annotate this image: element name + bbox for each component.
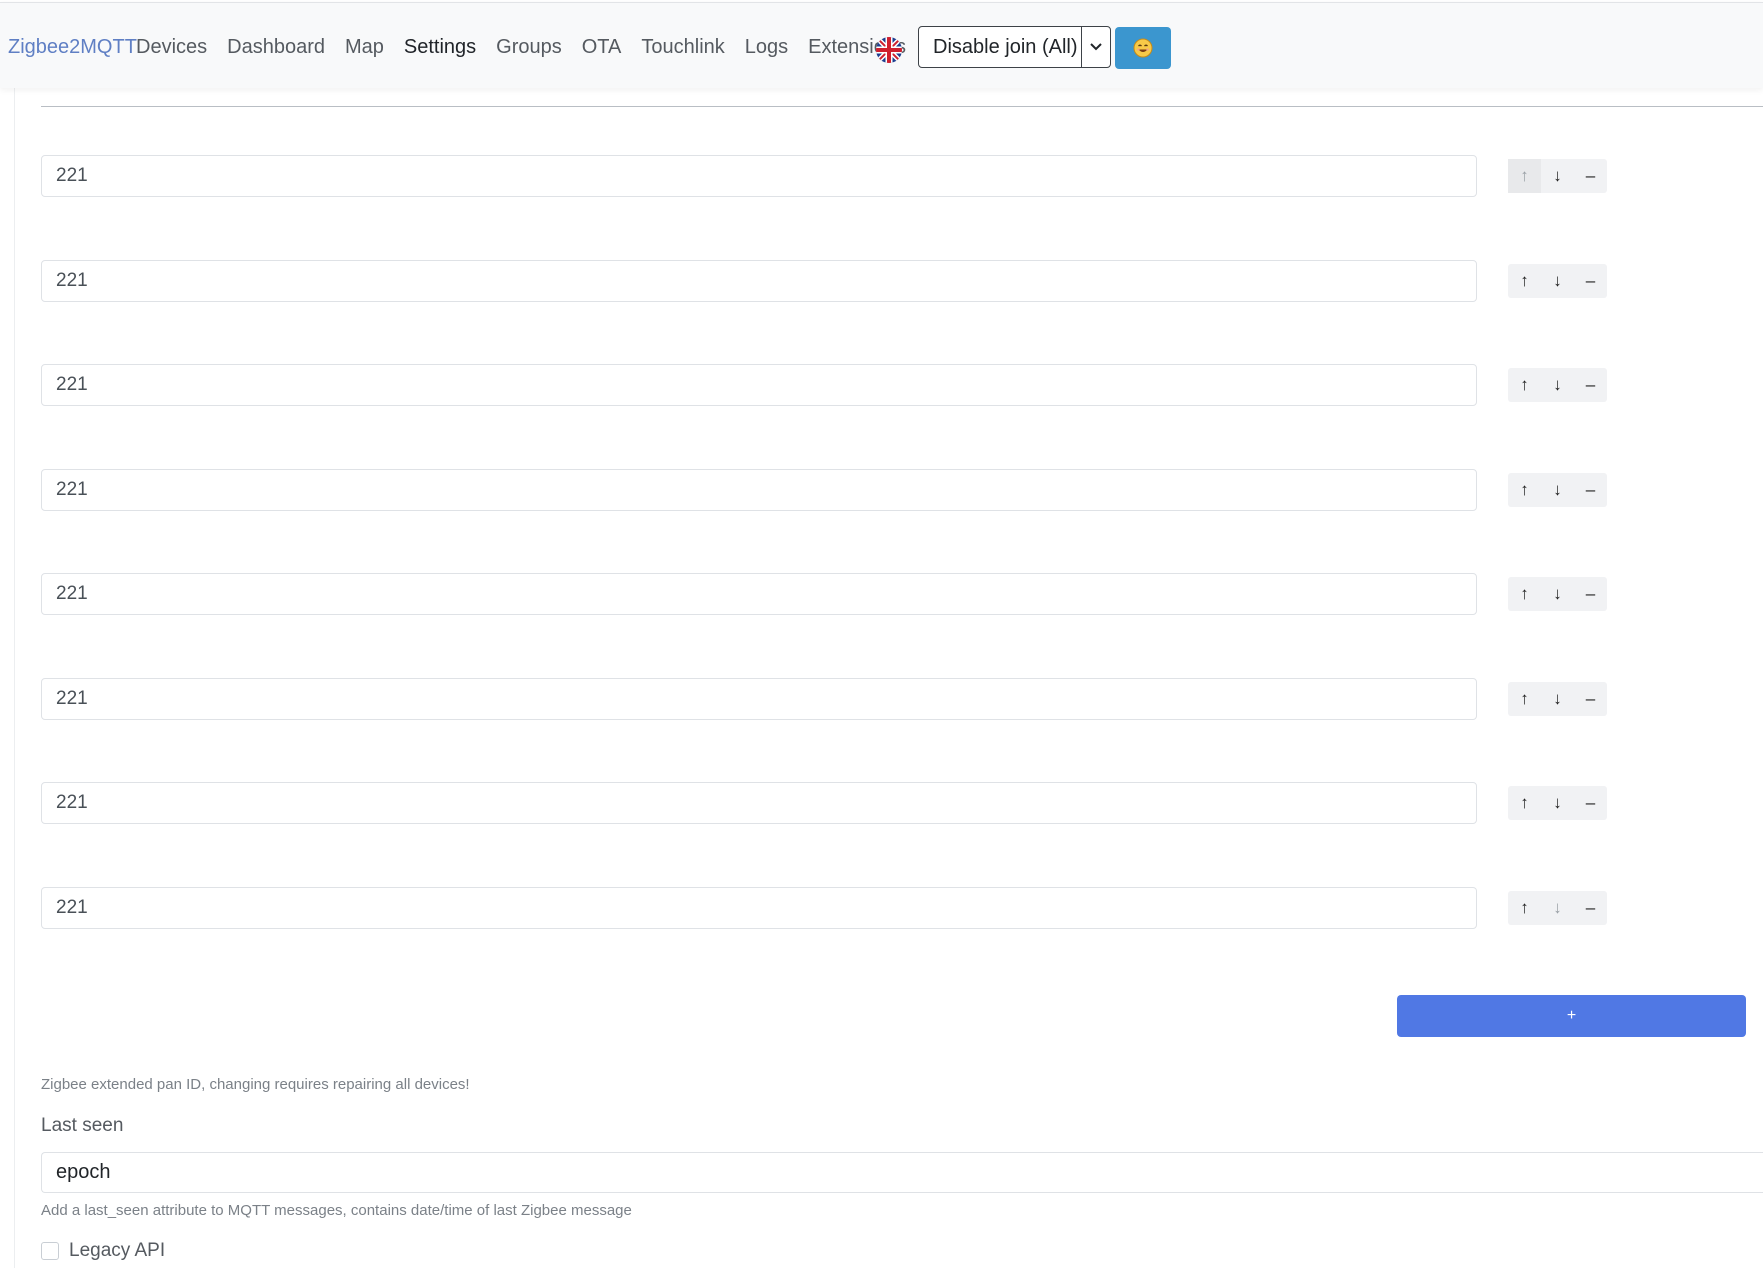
legacy-api-checkbox[interactable]	[41, 1242, 59, 1260]
ext-pan-id-input[interactable]: 221	[41, 260, 1477, 302]
remove-icon[interactable]: –	[1574, 786, 1607, 820]
nav-link-ota[interactable]: OTA	[582, 36, 622, 59]
nav-link-devices[interactable]: Devices	[136, 36, 207, 59]
nav-link-groups[interactable]: Groups	[496, 36, 562, 59]
remove-icon[interactable]: –	[1574, 577, 1607, 611]
row-controls: ↑ ↓ –	[1508, 577, 1607, 611]
remove-icon[interactable]: –	[1574, 682, 1607, 716]
nav-link-map[interactable]: Map	[345, 36, 384, 59]
list-item: 221 ↑ ↓ –	[41, 887, 1607, 929]
list-item: 221 ↑ ↓ –	[41, 782, 1607, 824]
row-controls: ↑ ↓ –	[1508, 368, 1607, 402]
arrow-down-icon[interactable]: ↓	[1541, 473, 1574, 507]
row-controls: ↑ ↓ –	[1508, 682, 1607, 716]
ext-pan-id-input[interactable]: 221	[41, 469, 1477, 511]
ext-pan-id-input[interactable]: 221	[41, 364, 1477, 406]
ext-pan-id-input[interactable]: 221	[41, 887, 1477, 929]
remove-icon[interactable]: –	[1574, 159, 1607, 193]
ext-pan-id-input[interactable]: 221	[41, 155, 1477, 197]
remove-icon[interactable]: –	[1574, 473, 1607, 507]
row-controls: ↑ ↓ –	[1508, 891, 1607, 925]
arrow-up-icon[interactable]: ↑	[1508, 682, 1541, 716]
nav-link-logs[interactable]: Logs	[745, 36, 788, 59]
arrow-up-icon[interactable]: ↑	[1508, 891, 1541, 925]
last-seen-label: Last seen	[41, 1115, 124, 1136]
arrow-up-icon[interactable]: ↑	[1508, 473, 1541, 507]
arrow-down-icon[interactable]: ↓	[1541, 786, 1574, 820]
disable-join-button[interactable]: Disable join (All)	[919, 27, 1082, 67]
arrow-down-icon[interactable]: ↓	[1541, 682, 1574, 716]
arrow-down-icon[interactable]: ↓	[1541, 891, 1574, 925]
list-item: 221 ↑ ↓ –	[41, 469, 1607, 511]
list-item: 221 ↑ ↓ –	[41, 155, 1607, 197]
list-item: 221 ↑ ↓ –	[41, 260, 1607, 302]
legacy-api-row: Legacy API	[41, 1240, 165, 1262]
row-controls: ↑ ↓ –	[1508, 473, 1607, 507]
arrow-up-icon[interactable]: ↑	[1508, 264, 1541, 298]
ext-pan-id-input[interactable]: 221	[41, 782, 1477, 824]
ext-pan-id-help: Zigbee extended pan ID, changing require…	[41, 1076, 470, 1093]
uk-flag-icon[interactable]	[876, 37, 902, 63]
arrow-up-icon[interactable]: ↑	[1508, 577, 1541, 611]
legacy-api-label[interactable]: Legacy API	[69, 1240, 165, 1262]
arrow-down-icon[interactable]: ↓	[1541, 159, 1574, 193]
nav-link-touchlink[interactable]: Touchlink	[641, 36, 724, 59]
nav-link-dashboard[interactable]: Dashboard	[227, 36, 325, 59]
last-seen-select[interactable]: epoch	[41, 1152, 1763, 1193]
chevron-down-icon[interactable]	[1082, 27, 1110, 67]
row-controls: ↑ ↓ –	[1508, 159, 1607, 193]
ext-pan-id-input[interactable]: 221	[41, 573, 1477, 615]
arrow-down-icon[interactable]: ↓	[1541, 264, 1574, 298]
permit-join-group: Disable join (All)	[918, 26, 1111, 68]
content-border	[14, 88, 15, 1268]
arrow-up-icon[interactable]: ↑	[1508, 786, 1541, 820]
remove-icon[interactable]: –	[1574, 891, 1607, 925]
section-divider	[41, 106, 1763, 107]
list-item: 221 ↑ ↓ –	[41, 573, 1607, 615]
arrow-up-icon[interactable]: ↑	[1508, 368, 1541, 402]
remove-icon[interactable]: –	[1574, 264, 1607, 298]
brand-link[interactable]: Zigbee2MQTT	[8, 36, 137, 59]
arrow-up-icon[interactable]: ↑	[1508, 159, 1541, 193]
row-controls: ↑ ↓ –	[1508, 264, 1607, 298]
add-item-button[interactable]: +	[1397, 995, 1746, 1037]
last-seen-help: Add a last_seen attribute to MQTT messag…	[41, 1202, 632, 1219]
navbar: Zigbee2MQTT Devices Dashboard Map Settin…	[0, 2, 1763, 88]
remove-icon[interactable]: –	[1574, 368, 1607, 402]
list-item: 221 ↑ ↓ –	[41, 364, 1607, 406]
list-item: 221 ↑ ↓ –	[41, 678, 1607, 720]
ext-pan-id-input[interactable]: 221	[41, 678, 1477, 720]
arrow-down-icon[interactable]: ↓	[1541, 368, 1574, 402]
arrow-down-icon[interactable]: ↓	[1541, 577, 1574, 611]
smiling-face-icon[interactable]	[1115, 27, 1171, 69]
nav-link-settings[interactable]: Settings	[404, 36, 476, 59]
row-controls: ↑ ↓ –	[1508, 786, 1607, 820]
nav-links: Devices Dashboard Map Settings Groups OT…	[136, 36, 926, 59]
